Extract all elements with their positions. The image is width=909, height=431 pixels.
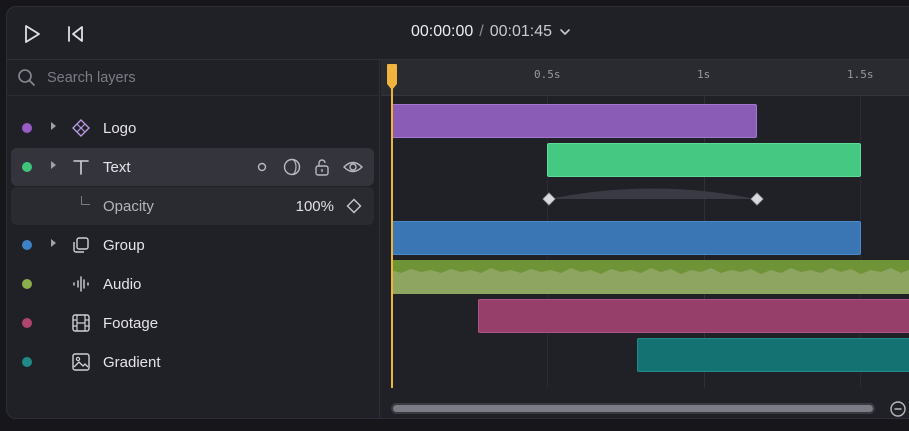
clip-audio[interactable] [391,260,909,294]
film-icon [72,314,90,332]
search-input[interactable]: Search layers [47,70,136,86]
skip-to-start-button[interactable] [63,21,89,47]
clip-logo[interactable] [391,104,757,138]
clip-text[interactable] [547,143,861,177]
ruler-tick-label: 1s [697,68,711,81]
eye-icon[interactable] [342,157,364,177]
keyframe-marker[interactable] [542,192,556,206]
current-time: 00:00:00 [411,23,474,40]
ruler-tick-label: 0.5s [534,68,561,81]
expand-caret-icon[interactable] [51,161,56,169]
property-value[interactable]: 100% [296,198,334,215]
layer-row-footage[interactable]: Footage [11,304,374,342]
timeline-area[interactable]: 0.5s 1s 1.5s [381,60,909,418]
layer-name: Group [103,237,145,254]
clip-footage[interactable] [478,299,909,333]
blend-mode-icon[interactable] [282,157,302,177]
audio-icon [73,276,89,292]
transport-bar: 00:00:00 / 00:01:45 [7,7,909,60]
layer-color-dot [22,357,32,367]
keyframe-marker[interactable] [750,192,764,206]
keyframe-toggle-icon[interactable] [346,198,362,214]
layer-row-group[interactable]: Group [11,226,374,264]
layer-actions [252,157,364,177]
layer-name: Gradient [103,354,161,371]
clip-group[interactable] [391,221,861,255]
horizontal-scrollbar[interactable] [391,403,875,414]
layer-name: Audio [103,276,142,293]
ruler-tick-label: 1.5s [847,68,874,81]
text-icon [73,160,89,175]
layer-search[interactable]: Search layers [7,60,380,96]
timecode-display[interactable]: 00:00:00 / 00:01:45 [411,23,572,41]
layer-row-text[interactable]: Text [11,148,374,186]
property-row-opacity[interactable]: Opacity 100% [11,187,374,225]
opacity-keyframe-track [542,188,764,206]
tree-connector [81,196,90,205]
layer-row-gradient[interactable]: Gradient [11,343,374,381]
layer-name: Text [103,159,131,176]
time-ruler[interactable]: 0.5s 1s 1.5s [381,60,909,96]
layer-row-logo[interactable]: Logo [11,109,374,147]
chevron-down-icon[interactable] [558,25,572,39]
layer-color-dot [22,162,32,172]
layer-name: Footage [103,315,159,332]
expand-caret-icon[interactable] [51,239,56,247]
playhead-handle[interactable] [387,64,397,90]
time-separator: / [479,23,484,40]
property-name: Opacity [103,198,154,215]
layer-color-dot [22,240,32,250]
skip-back-icon [68,26,83,42]
expand-caret-icon[interactable] [51,122,56,130]
scrollbar-thumb[interactable] [393,405,873,412]
record-icon[interactable] [252,157,272,177]
search-icon [18,69,35,86]
play-button[interactable] [19,21,45,47]
layer-color-dot [22,279,32,289]
editor-panel: 00:00:00 / 00:01:45 Search layers Logo T… [6,6,909,419]
layer-name: Logo [103,120,137,137]
layer-row-audio[interactable]: Audio [11,265,374,303]
layers-panel: Search layers Logo Text Opacity 100% Gro… [7,60,380,418]
lock-open-icon[interactable] [312,157,332,177]
play-icon [25,25,40,43]
group-icon [73,237,89,253]
audio-waveform [391,260,909,274]
zoom-out-icon[interactable] [889,400,907,418]
clip-gradient[interactable] [637,338,909,372]
image-icon [72,353,90,371]
total-duration: 00:01:45 [489,23,553,40]
playhead-line [391,80,393,388]
layer-color-dot [22,318,32,328]
component-icon [72,119,90,137]
layer-color-dot [22,123,32,133]
